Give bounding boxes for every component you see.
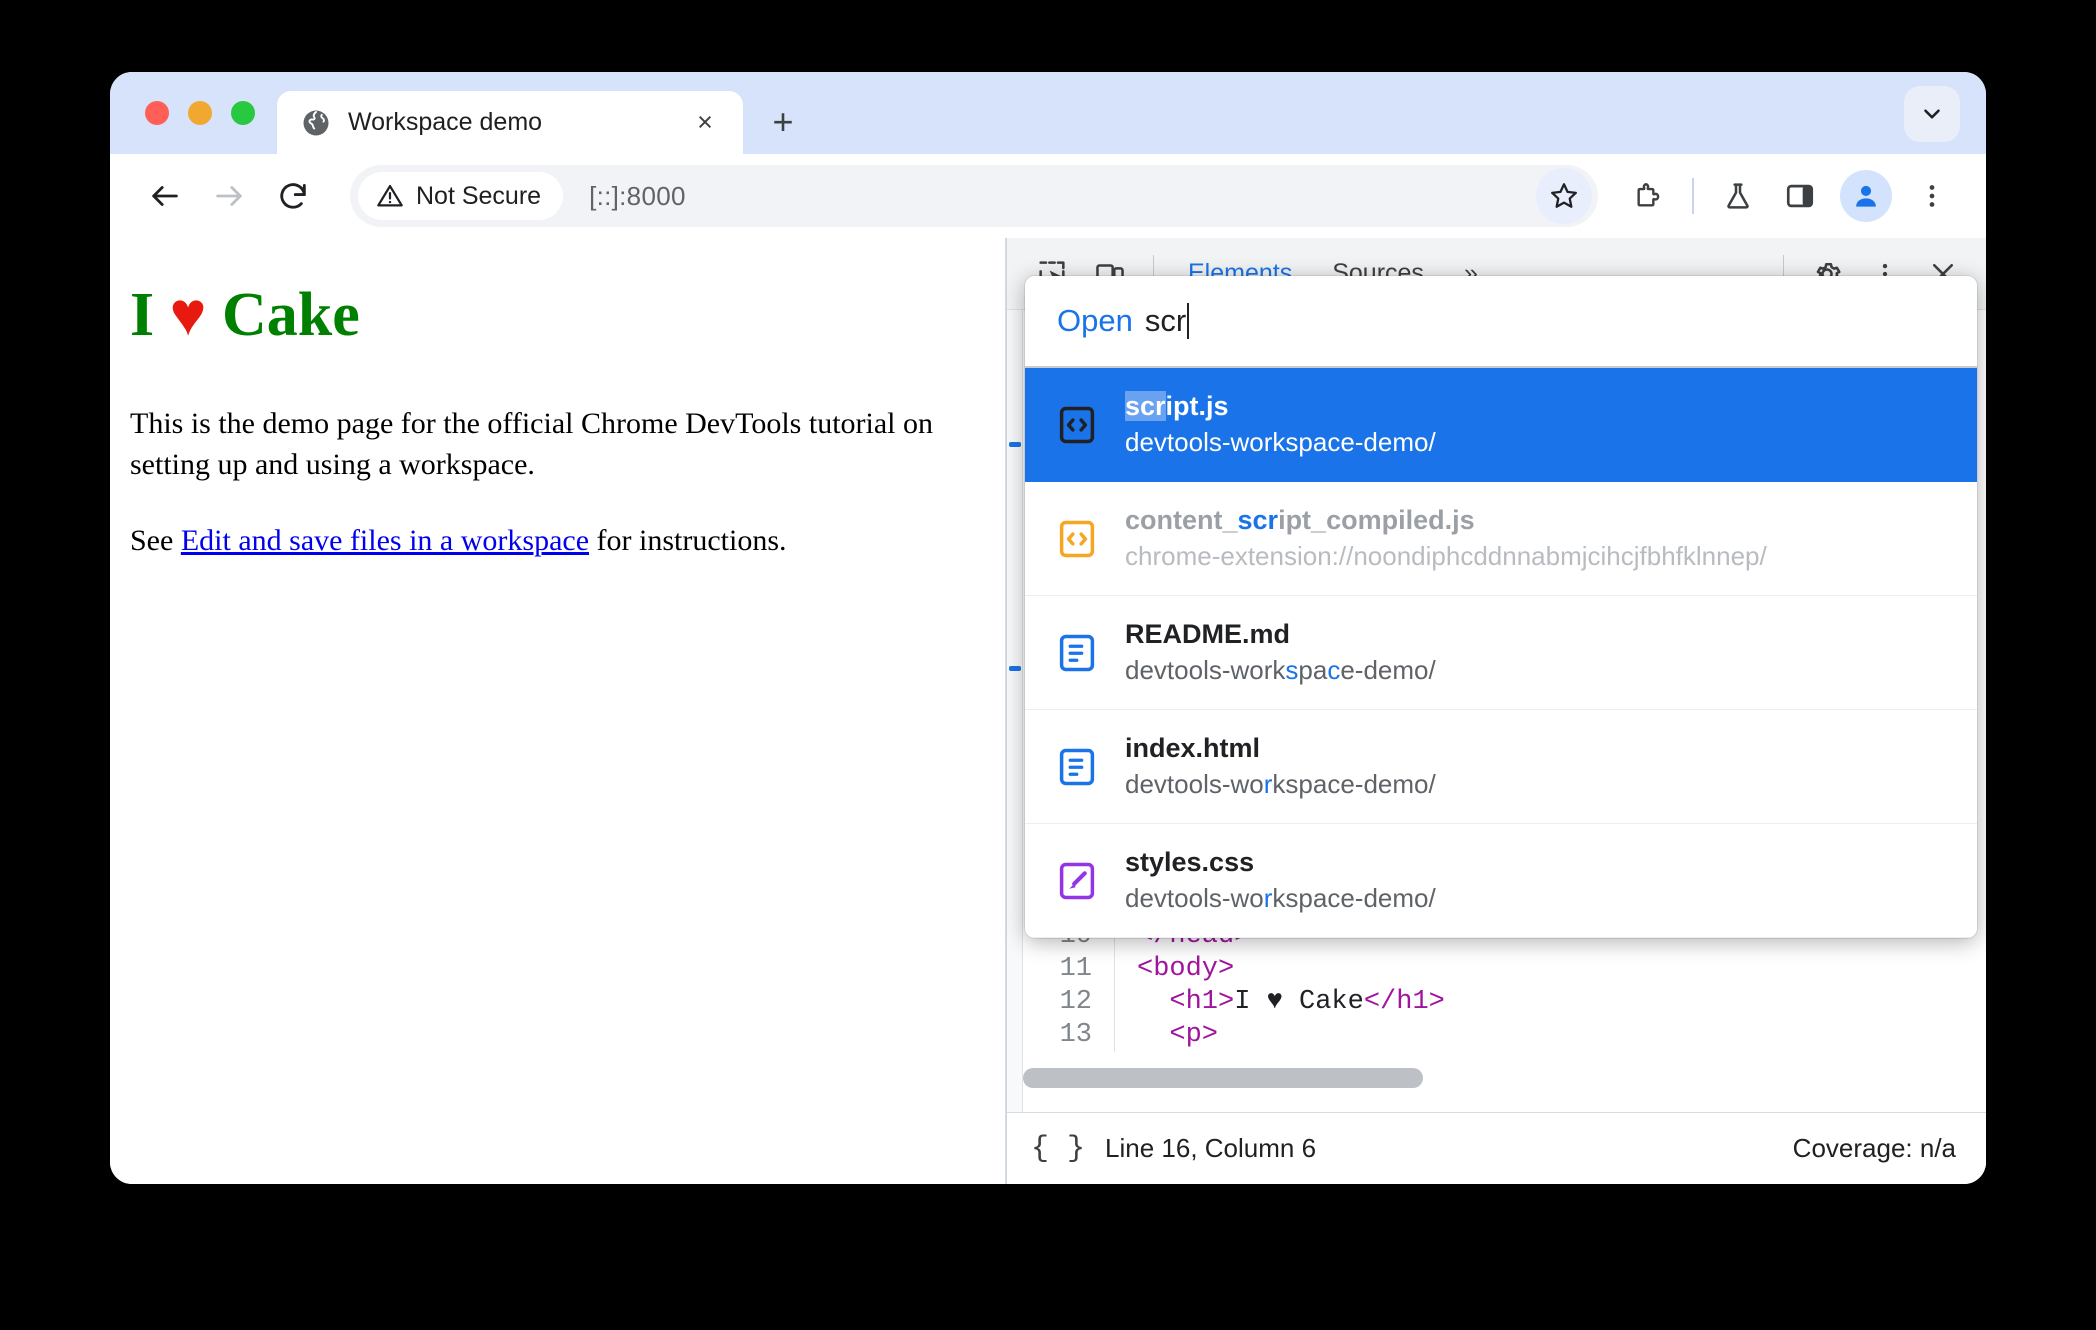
paragraph-2-prefix: See (130, 523, 181, 557)
page-title-before: I (130, 281, 170, 349)
palette-result-title: index.html (1125, 733, 1261, 763)
palette-result-subtitle: devtools-workspace-demo/ (1125, 655, 1436, 685)
puzzle-piece-icon[interactable] (1620, 168, 1676, 224)
side-panel-icon[interactable] (1772, 168, 1828, 224)
viewport-split: I ♥ Cake This is the demo page for the o… (110, 238, 1986, 1184)
page-paragraph-1: This is the demo page for the official C… (130, 407, 933, 482)
palette-result-row[interactable]: README.md devtools-workspace-demo/ (1025, 596, 1977, 710)
line-number: 13 (1023, 1019, 1115, 1052)
palette-result-title: styles.css (1125, 847, 1255, 877)
editor-gutter-strip (1007, 310, 1023, 1112)
palette-result-row[interactable]: styles.css devtools-workspace-demo/ (1025, 824, 1977, 938)
command-palette-results: script.js devtools-workspace-demo/content… (1025, 368, 1977, 938)
palette-query-text: scr (1144, 303, 1187, 338)
js-file-icon (1055, 518, 1099, 560)
palette-result-subtitle: devtools-workspace-demo/ (1125, 883, 1436, 913)
palette-result-row[interactable]: content_script_compiled.js chrome-extensi… (1025, 482, 1977, 596)
document-file-icon (1055, 632, 1099, 674)
line-number: 12 (1023, 986, 1115, 1019)
reload-icon[interactable] (264, 167, 322, 225)
palette-result-title: script.js (1125, 391, 1229, 421)
chevron-down-icon[interactable] (1904, 86, 1960, 142)
back-arrow-icon[interactable] (136, 167, 194, 225)
editor-horizontal-scrollbar[interactable] (1023, 1068, 1978, 1088)
cursor-position-label: Line 16, Column 6 (1105, 1133, 1317, 1163)
avatar-icon[interactable] (1840, 170, 1892, 222)
code-text: <p> (1169, 1020, 1219, 1050)
tab-title: Workspace demo (348, 108, 543, 136)
heart-icon: ♥ (169, 281, 207, 349)
security-status-chip[interactable]: Not Secure (358, 172, 564, 220)
traffic-lights (110, 72, 277, 154)
browser-tab[interactable]: Workspace demo × (277, 91, 743, 154)
css-file-icon (1055, 860, 1099, 902)
toolbar-divider (1692, 178, 1694, 214)
url-text: [::]:8000 (589, 180, 686, 211)
forward-arrow-icon[interactable] (200, 167, 258, 225)
palette-result-subtitle: devtools-workspace-demo/ (1125, 769, 1436, 799)
close-window-button[interactable] (145, 101, 169, 125)
star-icon[interactable] (1536, 168, 1592, 224)
code-text: <h1>I ♥ Cake</h1> (1169, 987, 1445, 1017)
page-title-after: Cake (206, 281, 360, 349)
command-palette[interactable]: Open scr script.js devtools-workspace-dem… (1025, 276, 1977, 938)
address-bar[interactable]: Not Secure [::]:8000 (350, 165, 1598, 227)
palette-result-subtitle: devtools-workspace-demo/ (1125, 427, 1436, 457)
code-line: 12 <h1>I ♥ Cake</h1> (1023, 986, 1986, 1019)
command-palette-input[interactable]: Open scr (1025, 276, 1977, 368)
maximize-window-button[interactable] (231, 101, 255, 125)
minimize-window-button[interactable] (188, 101, 212, 125)
pretty-print-icon[interactable]: { } (1031, 1132, 1085, 1166)
warning-triangle-icon (377, 184, 403, 207)
code-line: 13 <p> (1023, 1019, 1986, 1052)
line-number: 11 (1023, 953, 1115, 986)
palette-result-subtitle: chrome-extension://noondiphcddnnabmjcihc… (1125, 541, 1767, 571)
page-paragraph-2: See Edit and save files in a workspace f… (130, 520, 977, 561)
page-title: I ♥ Cake (130, 280, 977, 351)
palette-result-title: README.md (1125, 619, 1291, 649)
palette-result-title: content_script_compiled.js (1125, 505, 1475, 535)
globe-icon (301, 108, 331, 138)
document-file-icon (1055, 746, 1099, 788)
three-dot-menu-icon[interactable] (1904, 168, 1960, 224)
palette-result-row[interactable]: index.html devtools-workspace-demo/ (1025, 710, 1977, 824)
new-tab-button[interactable]: + (757, 96, 809, 148)
devtools-status-bar: { } Line 16, Column 6 Coverage: n/a (1007, 1112, 1986, 1184)
coverage-label: Coverage: n/a (1792, 1133, 1956, 1163)
web-page-content: I ♥ Cake This is the demo page for the o… (110, 238, 1006, 1184)
tab-strip: Workspace demo × + (110, 72, 1986, 154)
code-text: <body> (1137, 954, 1235, 984)
flask-icon[interactable] (1710, 168, 1766, 224)
browser-toolbar: Not Secure [::]:8000 (110, 154, 1986, 238)
palette-result-row[interactable]: script.js devtools-workspace-demo/ (1025, 368, 1977, 482)
code-line: 11 <body> (1023, 953, 1986, 986)
browser-window: Workspace demo × + Not Secure [::]:8000 … (110, 72, 1986, 1184)
close-tab-button[interactable]: × (687, 105, 723, 141)
js-file-icon (1055, 404, 1099, 446)
scrollbar-thumb[interactable] (1023, 1068, 1423, 1088)
security-status-label: Not Secure (416, 181, 542, 210)
devtools-panel: Elements Sources » 11 <body> 12 <h1>I ♥ … (1006, 238, 1986, 1184)
workspace-doc-link[interactable]: Edit and save files in a workspace (181, 524, 589, 557)
paragraph-2-suffix: for instructions. (589, 523, 787, 557)
palette-prefix-label: Open (1057, 303, 1133, 338)
text-caret (1187, 303, 1190, 339)
code-lines: 10</head>11<body>12 <h1>I ♥ Cake</h1>13 … (1023, 920, 1986, 1052)
